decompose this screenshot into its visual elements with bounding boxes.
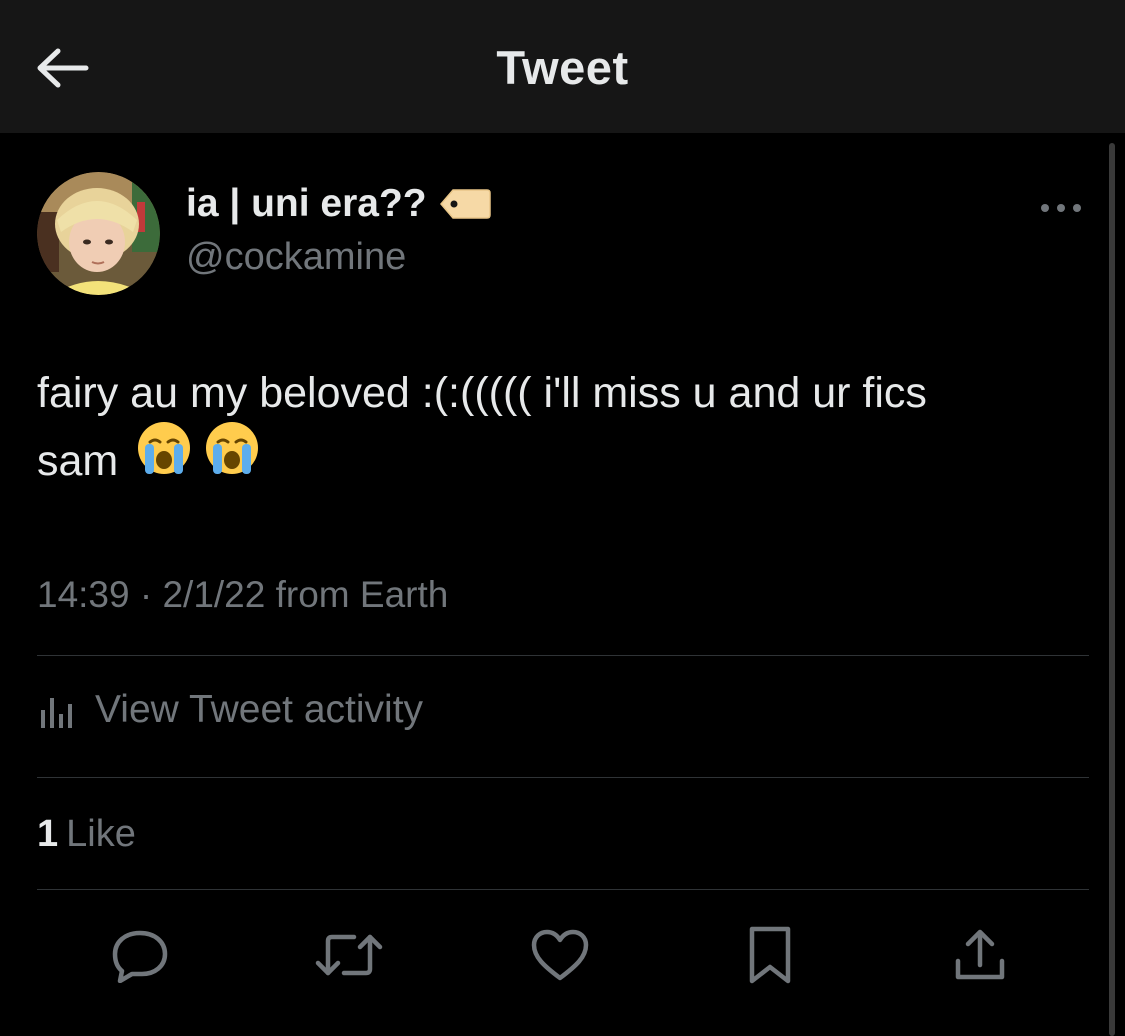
share-icon: [955, 929, 1005, 980]
like-button[interactable]: [525, 920, 595, 990]
likes-number: 1: [37, 813, 59, 855]
avatar[interactable]: [37, 172, 160, 295]
avatar-image: [37, 172, 160, 295]
bookmark-button[interactable]: [735, 920, 805, 990]
more-options-button[interactable]: [1035, 188, 1087, 228]
likes-label: Like: [66, 813, 136, 855]
view-tweet-activity-link[interactable]: View Tweet activity: [37, 688, 423, 732]
more-horizontal-icon: [1041, 204, 1081, 212]
retweet-button[interactable]: [314, 920, 384, 990]
username[interactable]: @cockamine: [186, 236, 406, 279]
loudly-crying-face-emoji: [204, 420, 260, 495]
display-name[interactable]: ia | uni era??: [186, 182, 491, 226]
display-name-text: ia | uni era??: [186, 182, 427, 225]
bookmark-icon: [749, 926, 791, 984]
tweet-timestamp[interactable]: 14:39 · 2/1/22 from Earth: [37, 574, 448, 616]
reply-icon: [112, 930, 168, 983]
retweet-icon: [315, 934, 383, 976]
header-bar: Tweet: [0, 0, 1125, 133]
divider: [37, 777, 1089, 778]
divider: [37, 655, 1089, 656]
reply-button[interactable]: [105, 920, 175, 990]
page-title: Tweet: [496, 41, 629, 94]
label-tag-emoji: [439, 187, 491, 221]
share-button[interactable]: [945, 920, 1015, 990]
tweet-text: fairy au my beloved :(:((((( i'll miss u…: [37, 360, 1077, 501]
tweet-text-line-1: fairy au my beloved :(:((((( i'll miss u…: [37, 369, 927, 417]
tweet-text-line-2: sam: [37, 436, 119, 485]
loudly-crying-face-emoji: [136, 420, 192, 495]
divider: [37, 889, 1089, 890]
bar-chart-icon: [37, 690, 77, 730]
heart-icon: [531, 929, 589, 981]
view-tweet-activity-label: View Tweet activity: [95, 688, 424, 731]
likes-count[interactable]: 1 Like: [37, 813, 136, 856]
scrollbar[interactable]: [1109, 143, 1115, 1036]
